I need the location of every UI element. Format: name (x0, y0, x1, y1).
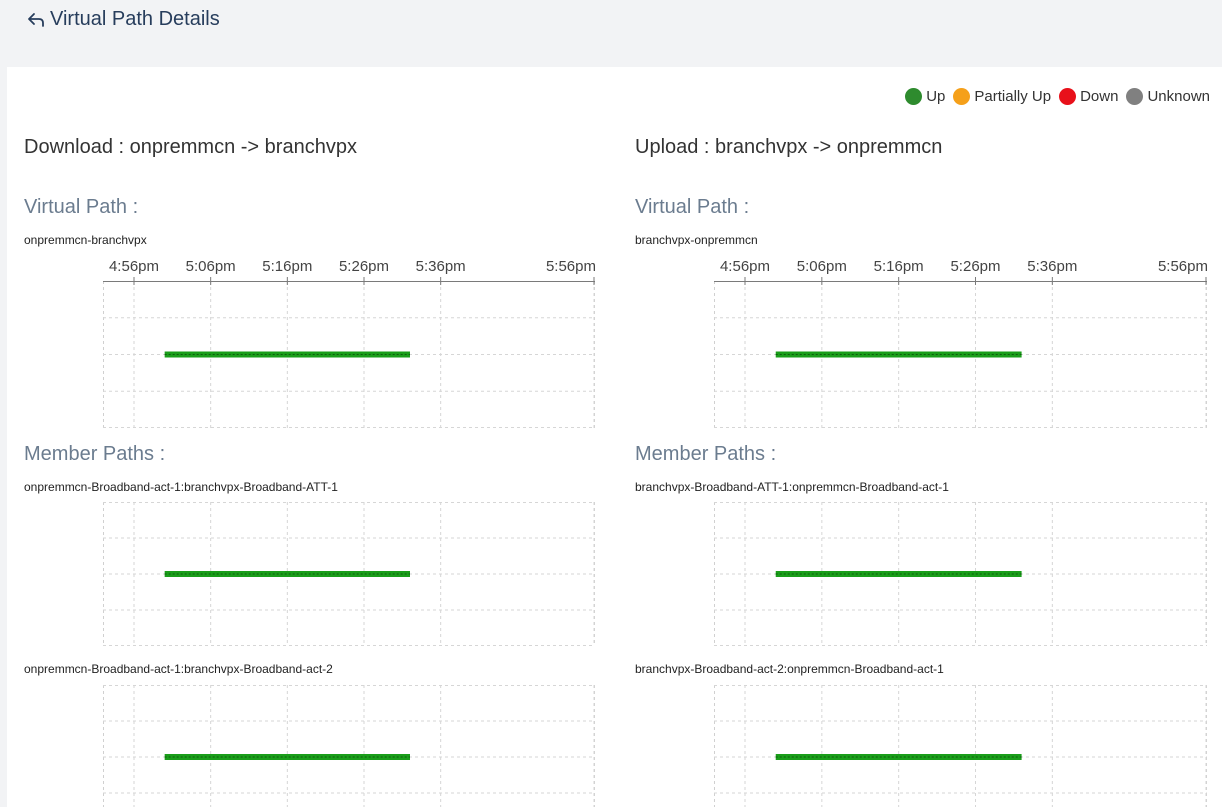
unknown-dot-icon (1126, 88, 1144, 105)
legend-label: Down (1080, 88, 1119, 105)
status-legend: Up Partially Up Down Unknown (897, 88, 1210, 105)
x-tick-label: 5:26pm (950, 258, 1000, 275)
download-virtual-path-chart: 4:56pm 5:06pm 5:16pm 5:26pm 5:36pm 5:56pm (103, 258, 596, 428)
partially-up-dot-icon (953, 88, 971, 105)
x-tick-label: 5:16pm (262, 258, 312, 275)
x-tick-label: 5:36pm (1027, 258, 1077, 275)
member-path-name: onpremmcn-Broadband-act-1:branchvpx-Broa… (24, 662, 333, 676)
back-button[interactable]: Virtual Path Details (26, 8, 220, 31)
x-tick-label: 5:06pm (186, 258, 236, 275)
virtual-path-name: branchvpx-onpremmcn (635, 233, 758, 247)
legend-item-down: Down (1059, 88, 1118, 105)
member-paths-heading: Member Paths : (635, 443, 777, 465)
member-paths-heading: Member Paths : (24, 443, 166, 465)
x-tick-label: 5:56pm (1158, 258, 1208, 275)
member-path-name: branchvpx-Broadband-act-2:onpremmcn-Broa… (635, 662, 944, 676)
legend-label: Unknown (1147, 88, 1210, 105)
page-header: Virtual Path Details (7, 0, 1222, 67)
x-tick-label: 5:26pm (339, 258, 389, 275)
virtual-path-heading: Virtual Path : (24, 196, 139, 218)
upload-title: Upload : branchvpx -> onpremmcn (635, 136, 943, 158)
down-dot-icon (1059, 88, 1077, 105)
x-tick-label: 4:56pm (720, 258, 770, 275)
back-arrow-icon (28, 12, 44, 27)
virtual-path-name: onpremmcn-branchvpx (24, 233, 147, 247)
virtual-path-heading: Virtual Path : (635, 196, 750, 218)
legend-item-up: Up (905, 88, 945, 105)
upload-member-path-chart (714, 502, 1207, 646)
x-tick-label: 5:36pm (416, 258, 466, 275)
legend-item-unknown: Unknown (1126, 88, 1210, 105)
x-tick-label: 5:16pm (874, 258, 924, 275)
member-path-name: branchvpx-Broadband-ATT-1:onpremmcn-Broa… (635, 480, 949, 494)
legend-label: Partially Up (974, 88, 1052, 105)
up-dot-icon (905, 88, 923, 105)
legend-label: Up (926, 88, 946, 105)
x-tick-label: 4:56pm (109, 258, 159, 275)
upload-virtual-path-chart: 4:56pm 5:06pm 5:16pm 5:26pm 5:36pm 5:56pm (714, 258, 1208, 428)
member-path-name: onpremmcn-Broadband-act-1:branchvpx-Broa… (24, 480, 338, 494)
download-member-path-chart (103, 502, 595, 646)
upload-member-path-chart (714, 685, 1207, 807)
x-tick-label: 5:56pm (546, 258, 596, 275)
download-member-path-chart (103, 685, 595, 807)
legend-item-partially-up: Partially Up (953, 88, 1051, 105)
x-tick-label: 5:06pm (797, 258, 847, 275)
page-title: Virtual Path Details (50, 8, 220, 30)
download-title: Download : onpremmcn -> branchvpx (24, 136, 357, 158)
left-rule (0, 0, 7, 807)
